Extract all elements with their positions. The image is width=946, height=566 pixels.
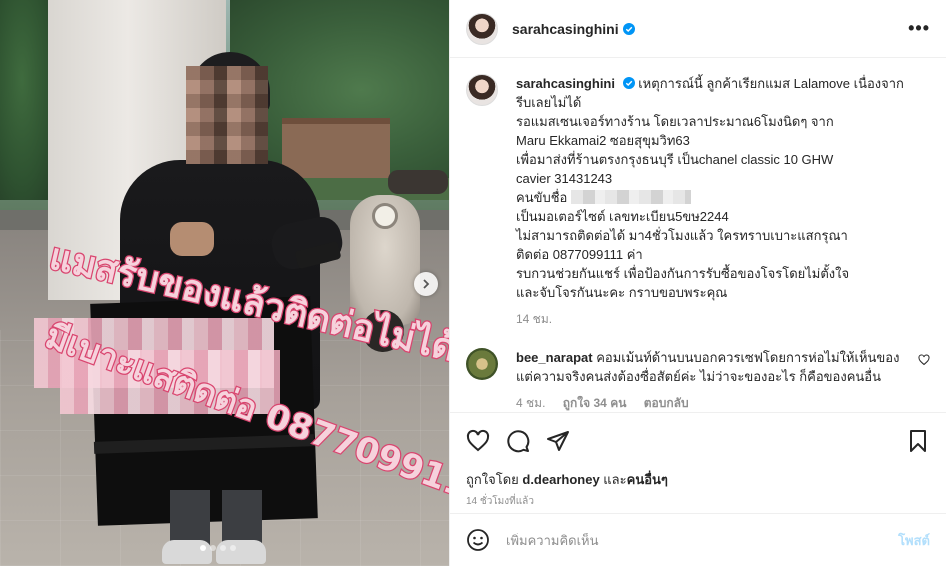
- caption-username[interactable]: sarahcasinghini: [516, 76, 615, 91]
- caption-line: ไม่สามารถติดต่อได้ มา4ชั่วโมงแล้ว ใครทรา…: [516, 228, 848, 243]
- action-icons: [466, 425, 930, 457]
- liked-by-others[interactable]: คนอื่นๆ: [627, 472, 668, 487]
- comment-bubble-icon[interactable]: [506, 429, 530, 453]
- verified-badge-icon: [622, 22, 635, 35]
- add-comment-bar: โพสต์: [450, 513, 946, 566]
- emoji-icon[interactable]: [466, 528, 490, 552]
- author-username[interactable]: sarahcasinghini: [512, 21, 619, 37]
- caption-line: ติดต่อ 0877099111 ค่า: [516, 247, 643, 262]
- comment-meta: 4 ชม. ถูกใจ 34 คน ตอบกลับ: [516, 394, 910, 413]
- caption-line: cavier 31431243: [516, 171, 613, 186]
- photo-person-shoe: [216, 540, 266, 564]
- caption-line: รอแมสเซนเจอร์ทางร้าน โดยเวลาประมาณ6โมงนิ…: [516, 114, 834, 129]
- photo-scooter-lamp: [372, 203, 398, 229]
- caption-line: และจับโจรกันนะคะ กราบขอบพระคุณ: [516, 285, 728, 300]
- caption-time[interactable]: 14 ชม.: [516, 312, 552, 326]
- caption-line: sarahcasinghini เหตุการณ์นี้ ลูกค้าเรียก…: [516, 74, 930, 93]
- caption-text: คนขับชื่อ: [516, 190, 568, 205]
- caption-body: sarahcasinghini เหตุการณ์นี้ ลูกค้าเรียก…: [516, 74, 930, 329]
- caption-meta: 14 ชม.: [516, 310, 930, 329]
- post-time[interactable]: 14 ชั่วโมงที่แล้ว: [466, 494, 930, 509]
- caption-line: เพื่อมาส่งที่ร้านตรงกรุงธนบุรี เป็นchane…: [516, 152, 834, 167]
- caption-line: Maru Ekkamai2 ซอยสุขุมวิท63: [516, 133, 690, 148]
- likes-prefix: ถูกใจโดย: [466, 472, 519, 487]
- likes-summary: ถูกใจโดย d.dearhoney และคนอื่นๆ: [466, 469, 930, 490]
- post-panel: sarahcasinghini ••• sarahcasinghini เหตุ…: [449, 0, 946, 566]
- caption-line: เป็นมอเตอร์ไซต์ เลขทะเบียน5ขษ2244: [516, 209, 729, 224]
- avatar[interactable]: [466, 74, 498, 106]
- chevron-right-icon: [423, 279, 430, 289]
- like-heart-icon[interactable]: [466, 429, 490, 453]
- photo-scooter-wheel: [362, 310, 404, 352]
- avatar[interactable]: [466, 12, 498, 45]
- comment-line: แต่ความจริงคนส่งต้องซื่อสัตย์ค่ะ ไม่ว่าจ…: [516, 369, 881, 384]
- photo-person-hand: [170, 222, 214, 256]
- caption-line: รีบเลยไม่ได้: [516, 95, 582, 110]
- more-options-button[interactable]: •••: [908, 18, 930, 39]
- photo-person-shoe: [162, 540, 212, 564]
- masked-name: [570, 190, 691, 204]
- post-actions: ถูกใจโดย d.dearhoney และคนอื่นๆ 14 ชั่วโ…: [450, 412, 946, 509]
- photo-trees-left: [0, 0, 55, 200]
- carousel-dot: [220, 545, 226, 551]
- caption-line: คนขับชื่อ: [516, 188, 930, 207]
- like-comment-heart-icon[interactable]: [918, 354, 930, 366]
- comment-username[interactable]: bee_narapat: [516, 350, 593, 365]
- reply-button[interactable]: ตอบกลับ: [644, 396, 689, 410]
- caption-line: รบกวนช่วยกันแชร์ เพื่อป้องกันการรับซื้อข…: [516, 266, 850, 281]
- next-slide-button[interactable]: [414, 272, 438, 296]
- comment-text: คอมเม้นท์ด้านบนบอกควรเซฟโดยการห่อไม่ให้เ…: [596, 350, 900, 365]
- caption-text: เหตุการณ์นี้ ลูกค้าเรียกแมส Lalamove เนื…: [638, 76, 904, 91]
- carousel-dot: [210, 545, 216, 551]
- comment-time[interactable]: 4 ชม.: [516, 396, 545, 410]
- bookmark-icon[interactable]: [906, 429, 930, 453]
- liked-by-user[interactable]: d.dearhoney: [522, 472, 599, 487]
- caption: sarahcasinghini เหตุการณ์นี้ ลูกค้าเรียก…: [466, 74, 930, 329]
- verified-badge-icon: [622, 77, 635, 89]
- comment-input[interactable]: [506, 532, 899, 548]
- pixelated-face: [186, 66, 268, 164]
- avatar[interactable]: [466, 348, 498, 380]
- comment-body: bee_narapat คอมเม้นท์ด้านบนบอกควรเซฟโดยก…: [516, 348, 910, 413]
- likes-joiner: และ: [603, 472, 627, 487]
- pixelated-name: [60, 350, 280, 414]
- photo-scooter-seat: [388, 170, 448, 194]
- share-paper-plane-icon[interactable]: [546, 429, 570, 453]
- post-comment-button[interactable]: โพสต์: [898, 530, 930, 551]
- carousel-dots: [200, 545, 236, 551]
- carousel-dot: [200, 545, 206, 551]
- carousel-dot: [230, 545, 236, 551]
- comment-likes[interactable]: ถูกใจ 34 คน: [563, 396, 627, 410]
- post-header: sarahcasinghini •••: [450, 0, 946, 58]
- comments-section: sarahcasinghini เหตุการณ์นี้ ลูกค้าเรียก…: [450, 58, 946, 412]
- comment: bee_narapat คอมเม้นท์ด้านบนบอกควรเซฟโดยก…: [466, 348, 930, 413]
- comment-line: bee_narapat คอมเม้นท์ด้านบนบอกควรเซฟโดยก…: [516, 348, 910, 367]
- post-image[interactable]: แมสรับของแล้วติดต่อไม่ได้ มีเบาะแสติดต่อ…: [0, 0, 449, 566]
